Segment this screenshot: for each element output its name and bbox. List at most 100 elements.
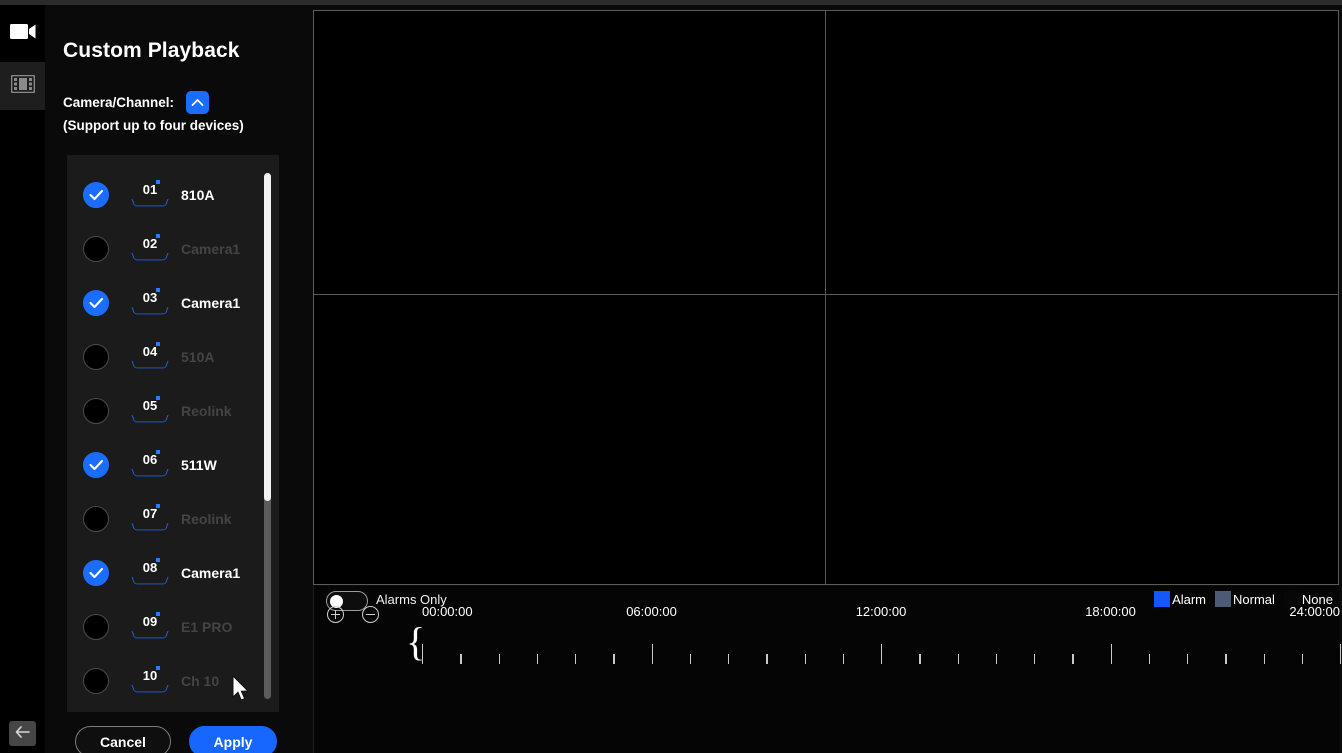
channel-number: 05 <box>142 398 158 413</box>
camera-name: 511W <box>181 457 217 473</box>
channel-device-icon: 06 <box>129 450 171 480</box>
camera-name: Camera1 <box>181 295 241 311</box>
checkbox-checked-icon[interactable] <box>83 560 109 586</box>
timeline-time-label: 00:00:00 <box>422 604 473 619</box>
minus-circle-icon[interactable] <box>362 606 379 623</box>
channel-status-dot <box>156 396 160 400</box>
timeline-time-label: 24:00:00 <box>1289 604 1340 619</box>
rail-item-live-view[interactable] <box>0 10 45 58</box>
timeline-tick-major <box>1340 644 1342 664</box>
timeline-tick-minor <box>1034 654 1036 664</box>
channel-status-dot <box>156 180 160 184</box>
timeline-tick-minor <box>842 654 845 664</box>
timeline-tick-minor <box>536 654 539 664</box>
cancel-button[interactable]: Cancel <box>75 726 171 753</box>
rail-item-playback[interactable] <box>0 62 45 110</box>
channel-device-icon: 01 <box>129 180 171 210</box>
timeline-time-label: 18:00:00 <box>1085 604 1136 619</box>
channel-icon-base <box>131 469 169 477</box>
timeline-tick-minor <box>689 654 692 664</box>
timeline-tick-major <box>1110 644 1112 664</box>
timeline-tick-minor <box>957 654 959 664</box>
timeline-tick-minor <box>1225 654 1227 664</box>
apply-button[interactable]: Apply <box>189 726 277 753</box>
channel-device-icon: 03 <box>129 288 171 318</box>
timeline-tick-minor <box>1072 654 1074 664</box>
timeline-start-handle[interactable]: { <box>406 622 425 666</box>
camera-list-item[interactable]: 05 Reolink <box>67 384 279 438</box>
channel-icon-base <box>131 361 169 369</box>
channel-icon-base <box>131 685 169 693</box>
camera-list-item[interactable]: 04 510A <box>67 330 279 384</box>
video-grid[interactable] <box>313 10 1339 585</box>
timeline-ruler[interactable]: 00:00:00 06:00:00 12:00:00 18:00:00 24:00:00… <box>406 604 1342 664</box>
checkbox-unchecked-icon[interactable] <box>83 344 109 370</box>
checkbox-unchecked-icon[interactable] <box>83 236 109 262</box>
timeline-tick-major <box>651 644 653 664</box>
channel-device-icon: 07 <box>129 504 171 534</box>
camera-list-item[interactable]: 01 810A <box>67 168 279 222</box>
camera-name: 510A <box>181 349 215 365</box>
timeline-tick-minor <box>1301 654 1304 664</box>
back-button[interactable] <box>9 721 36 746</box>
timeline-time-label: 12:00:00 <box>855 604 907 619</box>
channel-status-dot <box>156 450 160 454</box>
timeline-tick-minor <box>1263 654 1265 664</box>
channel-device-icon: 08 <box>129 558 171 588</box>
arrow-left-icon <box>15 725 30 743</box>
channel-number: 01 <box>142 182 158 197</box>
channel-icon-base <box>131 523 169 531</box>
camera-icon <box>9 23 36 45</box>
timeline-tick-minor <box>728 654 730 664</box>
app-root: Custom Playback Camera/Channel: (Support… <box>0 0 1342 753</box>
camera-name: E1 PRO <box>181 619 233 635</box>
film-icon <box>10 74 35 98</box>
channel-device-icon: 05 <box>129 396 171 426</box>
channel-icon-base <box>131 577 169 585</box>
checkbox-unchecked-icon[interactable] <box>83 668 109 694</box>
camera-list-item[interactable]: 07 Reolink <box>67 492 279 546</box>
timeline-tick-minor <box>1148 654 1151 664</box>
camera-list-scrollbar-thumb[interactable] <box>264 173 271 501</box>
channel-device-icon: 09 <box>129 612 171 642</box>
camera-channel-row: Camera/Channel: <box>63 91 210 114</box>
camera-list-item[interactable]: 09 E1 PRO <box>67 600 279 654</box>
checkbox-checked-icon[interactable] <box>83 182 109 208</box>
camera-list-item[interactable]: 08 Camera1 <box>67 546 279 600</box>
page-title: Custom Playback <box>63 39 240 62</box>
timeline-tick-major <box>881 644 883 664</box>
timeline-tick-minor <box>995 654 998 664</box>
channel-number: 09 <box>142 614 158 629</box>
channel-device-icon: 10 <box>129 666 171 696</box>
channel-icon-base <box>131 415 169 423</box>
panel-actions: Cancel Apply <box>75 726 277 753</box>
camera-list-item[interactable]: 06 511W <box>67 438 279 492</box>
channel-status-dot <box>156 342 160 346</box>
camera-name: Reolink <box>181 511 232 527</box>
camera-channel-label: Camera/Channel: <box>63 95 175 110</box>
checkbox-unchecked-icon[interactable] <box>83 506 109 532</box>
channel-number: 06 <box>142 452 158 467</box>
camera-name: Camera1 <box>181 241 241 257</box>
camera-list-item[interactable]: 02 Camera1 <box>67 222 279 276</box>
channel-status-dot <box>156 612 160 616</box>
channel-device-icon: 02 <box>129 234 171 264</box>
channel-number: 10 <box>142 668 158 683</box>
channel-device-icon: 04 <box>129 342 171 372</box>
channel-icon-base <box>131 307 169 315</box>
camera-name: Camera1 <box>181 565 241 581</box>
checkbox-unchecked-icon[interactable] <box>83 614 109 640</box>
channel-status-dot <box>156 288 160 292</box>
checkbox-unchecked-icon[interactable] <box>83 398 109 424</box>
camera-channel-list[interactable]: 01 810A 02 Camera1 03 Camera1 04 510A 05 Reolink 0… <box>67 155 279 712</box>
checkbox-checked-icon[interactable] <box>83 290 109 316</box>
timeline-tick-minor <box>919 654 921 664</box>
timeline-tick-minor <box>804 654 806 664</box>
channel-number: 07 <box>142 506 158 521</box>
timeline-time-label: 06:00:00 <box>626 604 677 619</box>
camera-list-item[interactable]: 03 Camera1 <box>67 276 279 330</box>
plus-circle-icon[interactable] <box>327 606 344 623</box>
camera-list-item[interactable]: 10 Ch 10 <box>67 654 279 708</box>
camera-channel-collapse-button[interactable] <box>186 91 210 114</box>
checkbox-checked-icon[interactable] <box>83 452 109 478</box>
